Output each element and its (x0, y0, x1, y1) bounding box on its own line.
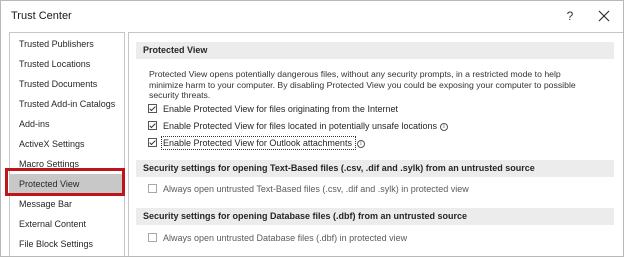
sidebar-item-add-ins[interactable]: Add-ins (10, 114, 124, 134)
sidebar: Trusted Publishers Trusted Locations Tru… (9, 32, 125, 256)
checkbox-internet-files[interactable] (148, 104, 157, 113)
sidebar-item-trusted-publishers[interactable]: Trusted Publishers (10, 34, 124, 54)
checkbox-database-protected-view[interactable] (148, 233, 157, 242)
sidebar-item-trusted-documents[interactable]: Trusted Documents (10, 74, 124, 94)
checkbox-text-based-protected-view[interactable] (148, 184, 157, 193)
sidebar-item-trusted-add-in-catalogs[interactable]: Trusted Add-in Catalogs (10, 94, 124, 114)
option-label: Always open untrusted Database files (.d… (163, 233, 408, 243)
close-button[interactable] (595, 7, 613, 25)
sidebar-item-activex-settings[interactable]: ActiveX Settings (10, 134, 124, 154)
title-bar: Trust Center ? (1, 1, 623, 31)
option-internet-files[interactable]: Enable Protected View for files originat… (148, 103, 398, 116)
info-icon[interactable]: i (356, 140, 365, 148)
close-icon (598, 10, 610, 22)
option-database-protected-view[interactable]: Always open untrusted Database files (.d… (148, 232, 407, 245)
section-header-text-based-files: Security settings for opening Text-Based… (136, 160, 614, 177)
trust-center-dialog: Trust Center ? Trusted Publishers Truste… (0, 0, 624, 257)
option-label: Always open untrusted Text-Based files (… (163, 184, 469, 194)
sidebar-item-trusted-locations[interactable]: Trusted Locations (10, 54, 124, 74)
option-label: Enable Protected View for files located … (163, 121, 437, 131)
section-header-database-files: Security settings for opening Database f… (136, 208, 614, 225)
help-button[interactable]: ? (561, 7, 579, 25)
option-label: Enable Protected View for files originat… (163, 104, 398, 114)
protected-view-description: Protected View opens potentially dangero… (149, 69, 576, 100)
info-icon[interactable]: i (440, 123, 448, 131)
option-outlook-attachments[interactable]: Enable Protected View for Outlook attach… (148, 136, 365, 150)
option-label: Enable Protected View for Outlook attach… (161, 136, 356, 150)
sidebar-item-message-bar[interactable]: Message Bar (10, 194, 124, 214)
checkbox-unsafe-locations[interactable] (148, 121, 157, 130)
dialog-title: Trust Center (11, 10, 72, 22)
option-text-based-protected-view[interactable]: Always open untrusted Text-Based files (… (148, 183, 469, 196)
selection-highlight-box (5, 168, 125, 196)
checkbox-outlook-attachments[interactable] (148, 138, 157, 147)
settings-panel: Protected View Protected View opens pote… (128, 32, 623, 256)
section-header-protected-view: Protected View (136, 42, 614, 59)
sidebar-item-file-block-settings[interactable]: File Block Settings (10, 234, 124, 254)
option-unsafe-locations[interactable]: Enable Protected View for files located … (148, 120, 448, 133)
sidebar-item-external-content[interactable]: External Content (10, 214, 124, 234)
